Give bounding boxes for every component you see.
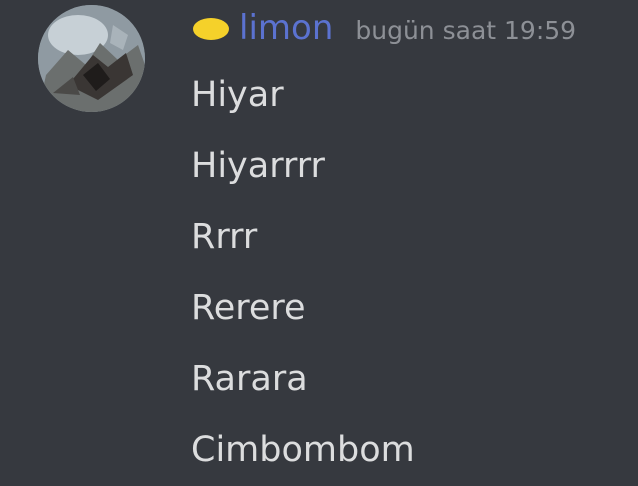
avatar-image (38, 5, 145, 112)
message-text: Rerere (191, 288, 306, 328)
message-text: Rrrr (191, 217, 258, 257)
user-avatar[interactable] (38, 5, 145, 112)
message-text: Rarara (191, 359, 308, 399)
message-text: Hiyar (191, 75, 284, 115)
message-timestamp: bugün saat 19:59 (355, 16, 577, 45)
message-text: Cimbombom (191, 430, 415, 470)
chat-message-group: limon bugün saat 19:59 Hiyar Hiyarrrr Rr… (0, 0, 638, 486)
message-list: Hiyar Hiyarrrr Rrrr Rerere Rarara Cimbom… (191, 60, 415, 486)
username[interactable]: limon (239, 6, 333, 50)
message-text: Hiyarrrr (191, 146, 325, 186)
message-header: limon bugün saat 19:59 (193, 6, 576, 50)
status-indicator-icon (193, 18, 229, 40)
